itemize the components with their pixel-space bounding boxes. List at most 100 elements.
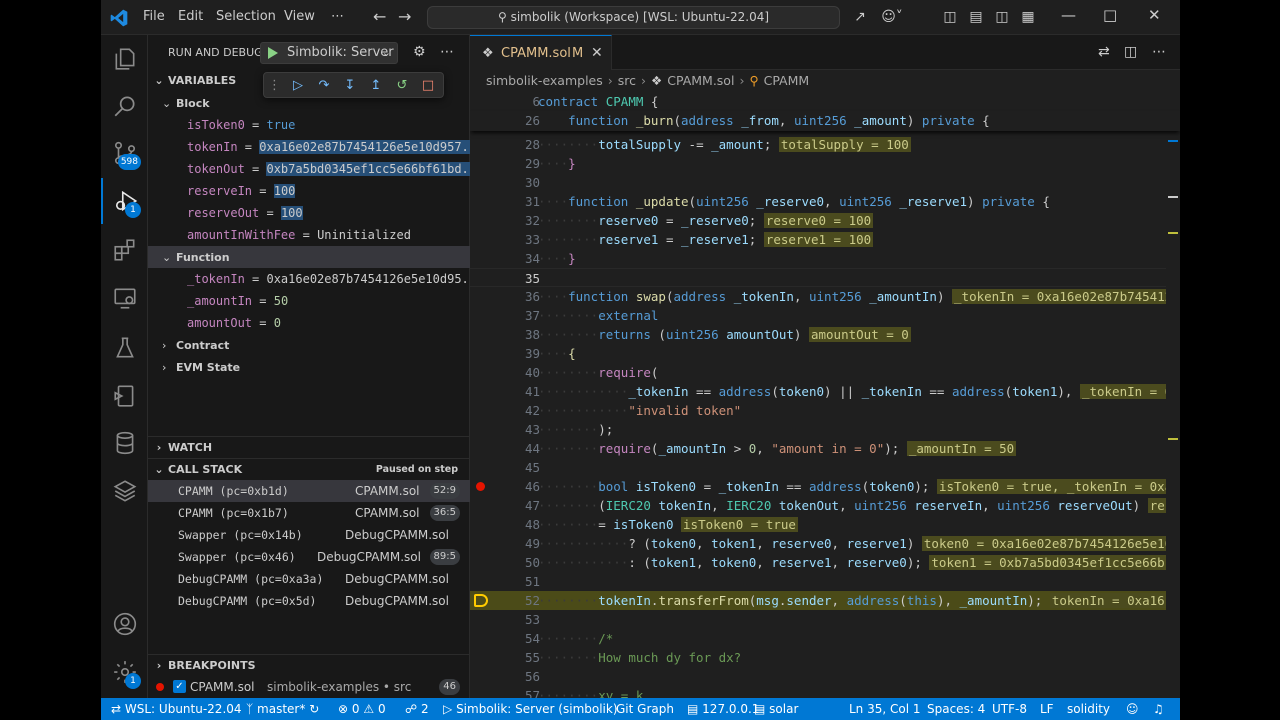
- watch-section-header[interactable]: › WATCH: [148, 436, 470, 458]
- source-control-icon[interactable]: 598: [101, 130, 148, 176]
- code-line[interactable]: 45: [470, 458, 1180, 477]
- code-line[interactable]: 51: [470, 572, 1180, 591]
- code-line[interactable]: 42 ············"invalid token": [470, 401, 1180, 420]
- stack-frame[interactable]: Swapper (pc=0x14b) DebugCPAMM.sol: [148, 524, 470, 546]
- language-server-status[interactable]: ▤ solar: [754, 698, 798, 720]
- step-out-icon[interactable]: ↥: [367, 77, 385, 95]
- code-line[interactable]: 38 ········returns (uint256 amountOut) am…: [470, 325, 1180, 344]
- breadcrumb-folder[interactable]: src: [618, 73, 636, 88]
- debug-status[interactable]: ▷ Simbolik: Server (simbolik): [443, 698, 618, 720]
- host-status[interactable]: ▤ 127.0.0.1: [687, 698, 759, 720]
- restart-icon[interactable]: ↺: [393, 77, 411, 95]
- extensions-icon[interactable]: [101, 227, 148, 273]
- code-line[interactable]: 26 function _burn(address _from, uint256…: [470, 111, 1180, 131]
- code-line[interactable]: 28 ········totalSupply -= _amount; totalS…: [470, 135, 1180, 154]
- variable-row[interactable]: _amountIn = 50: [148, 290, 470, 312]
- scope-contract[interactable]: › Contract: [148, 334, 470, 356]
- testing-icon[interactable]: [101, 325, 148, 371]
- breakpoints-section-header[interactable]: › BREAKPOINTS: [148, 654, 470, 676]
- run-debug-icon[interactable]: 1: [101, 178, 148, 224]
- menu-edit[interactable]: Edit: [178, 9, 203, 24]
- editor-more-actions-icon[interactable]: ⋯: [1152, 44, 1166, 60]
- continue-icon[interactable]: ▷: [289, 77, 307, 95]
- variable-row[interactable]: amountInWithFee = Uninitialized: [148, 224, 470, 246]
- minimize-icon[interactable]: —: [1061, 6, 1076, 24]
- problems-status[interactable]: ⊗ 0 ⚠ 0: [338, 698, 386, 720]
- code-line[interactable]: 6 contract CPAMM {: [470, 92, 1180, 111]
- breakpoint-item[interactable]: ✓ CPAMM.sol simbolik-examples • src 46: [148, 676, 470, 698]
- code-line[interactable]: 48 ········= isToken0 isToken0 = true: [470, 515, 1180, 534]
- variable-row[interactable]: amountOut = 0: [148, 312, 470, 334]
- open-launch-json-gear-icon[interactable]: ⚙: [413, 44, 426, 60]
- menu-more[interactable]: ⋯: [331, 9, 344, 24]
- code-line[interactable]: 46 ········bool isToken0 = _tokenIn == ad…: [470, 477, 1180, 496]
- more-actions-icon[interactable]: ⋯: [440, 44, 454, 60]
- breakpoint-checkbox[interactable]: ✓: [173, 680, 186, 693]
- menu-view[interactable]: View: [284, 9, 315, 24]
- encoding-status[interactable]: UTF-8: [992, 698, 1027, 720]
- breadcrumb-symbol[interactable]: CPAMM: [764, 73, 810, 88]
- stop-icon[interactable]: □: [419, 77, 437, 95]
- forward-arrow-icon[interactable]: →: [398, 7, 411, 26]
- notifications-bell-icon[interactable]: ♫: [1153, 698, 1164, 720]
- stack-frame[interactable]: DebugCPAMM (pc=0xa3a) DebugCPAMM.sol: [148, 568, 470, 590]
- toggle-secondary-sidebar-icon[interactable]: ◫: [993, 8, 1011, 26]
- variable-row[interactable]: tokenIn = 0xa16e02e87b7454126e5e10d957..…: [148, 136, 470, 158]
- ports-status[interactable]: ☍ 2: [405, 698, 429, 720]
- variable-row[interactable]: isToken0 = true: [148, 114, 470, 136]
- drag-handle-icon[interactable]: ⋮: [268, 77, 281, 95]
- start-debug-icon[interactable]: [268, 47, 278, 59]
- branch-status[interactable]: ᛉ master* ↻: [246, 698, 319, 720]
- variable-row[interactable]: reserveIn = 100: [148, 180, 470, 202]
- breadcrumb-file[interactable]: CPAMM.sol: [667, 73, 734, 88]
- copilot-status-icon[interactable]: ☺: [1126, 698, 1139, 720]
- code-line[interactable]: 32 ········reserve0 = _reserve0; reserve0…: [470, 211, 1180, 230]
- code-line[interactable]: 39 ····{: [470, 344, 1180, 363]
- overview-ruler[interactable]: [1166, 92, 1180, 698]
- toggle-primary-sidebar-icon[interactable]: ◫: [941, 8, 959, 26]
- split-editor-icon[interactable]: ◫: [1124, 44, 1137, 60]
- code-line[interactable]: 37 ········external: [470, 306, 1180, 325]
- cursor-position[interactable]: Ln 35, Col 1: [849, 698, 921, 720]
- code-line[interactable]: 49 ············? (token0, token1, reserve…: [470, 534, 1180, 553]
- variable-row[interactable]: _tokenIn = 0xa16e02e87b7454126e5e10d95..…: [148, 268, 470, 290]
- code-line[interactable]: 47 ········(IERC20 tokenIn, IERC20 tokenO…: [470, 496, 1180, 515]
- indentation-status[interactable]: Spaces: 4: [927, 698, 985, 720]
- layers-icon[interactable]: [101, 468, 148, 514]
- code-line[interactable]: 54 ········/*: [470, 629, 1180, 648]
- variable-row[interactable]: reserveOut = 100: [148, 202, 470, 224]
- language-mode[interactable]: solidity: [1067, 698, 1110, 720]
- compare-changes-icon[interactable]: ⇄: [1098, 44, 1110, 60]
- stack-frame[interactable]: CPAMM (pc=0x1b7) CPAMM.sol 36:5: [148, 502, 470, 524]
- git-graph-button[interactable]: Git Graph: [616, 698, 674, 720]
- code-line-current[interactable]: 35: [470, 268, 1180, 287]
- explorer-icon[interactable]: [101, 36, 148, 82]
- code-line[interactable]: 33 ········reserve1 = _reserve1; reserve1…: [470, 230, 1180, 249]
- breadcrumb-folder[interactable]: simbolik-examples: [486, 73, 603, 88]
- toggle-panel-icon[interactable]: ▤: [967, 8, 985, 26]
- stack-frame[interactable]: DebugCPAMM (pc=0x5d) DebugCPAMM.sol: [148, 590, 470, 612]
- manage-gear-icon[interactable]: 1: [101, 649, 148, 695]
- step-over-icon[interactable]: ↷: [315, 77, 333, 95]
- code-line[interactable]: 31 ····function _update(uint256 _reserve0…: [470, 192, 1180, 211]
- code-line[interactable]: 50 ············: (token1, token0, reserve…: [470, 553, 1180, 572]
- tab-cpamm-sol[interactable]: ❖ CPAMM.sol M ✕: [470, 35, 612, 70]
- scope-evm-state[interactable]: › EVM State: [148, 356, 470, 378]
- code-editor[interactable]: 6 contract CPAMM { 26 function _burn(addr…: [470, 92, 1180, 698]
- database-icon[interactable]: [101, 420, 148, 466]
- step-into-icon[interactable]: ↧: [341, 77, 359, 95]
- code-line[interactable]: 36 ····function swap(address _tokenIn, ui…: [470, 287, 1180, 306]
- open-in-browser-icon[interactable]: ↗: [851, 8, 869, 26]
- remote-indicator[interactable]: ⇄ WSL: Ubuntu-22.04: [101, 698, 250, 720]
- variable-row[interactable]: tokenOut = 0xb7a5bd0345ef1cc5e66bf61bd..…: [148, 158, 470, 180]
- back-arrow-icon[interactable]: ←: [373, 7, 386, 26]
- code-line[interactable]: 56: [470, 667, 1180, 686]
- command-center[interactable]: ⚲ simbolik (Workspace) [WSL: Ubuntu-22.0…: [427, 6, 840, 29]
- remote-explorer-icon[interactable]: [101, 275, 148, 321]
- maximize-icon[interactable]: □: [1103, 6, 1117, 24]
- copilot-icon[interactable]: ☺˅: [877, 8, 907, 26]
- code-line[interactable]: 55 ········How much dy for dx?: [470, 648, 1180, 667]
- close-window-icon[interactable]: ✕: [1148, 6, 1161, 24]
- scope-function[interactable]: ⌄ Function: [148, 246, 470, 268]
- code-line[interactable]: 43 ········);: [470, 420, 1180, 439]
